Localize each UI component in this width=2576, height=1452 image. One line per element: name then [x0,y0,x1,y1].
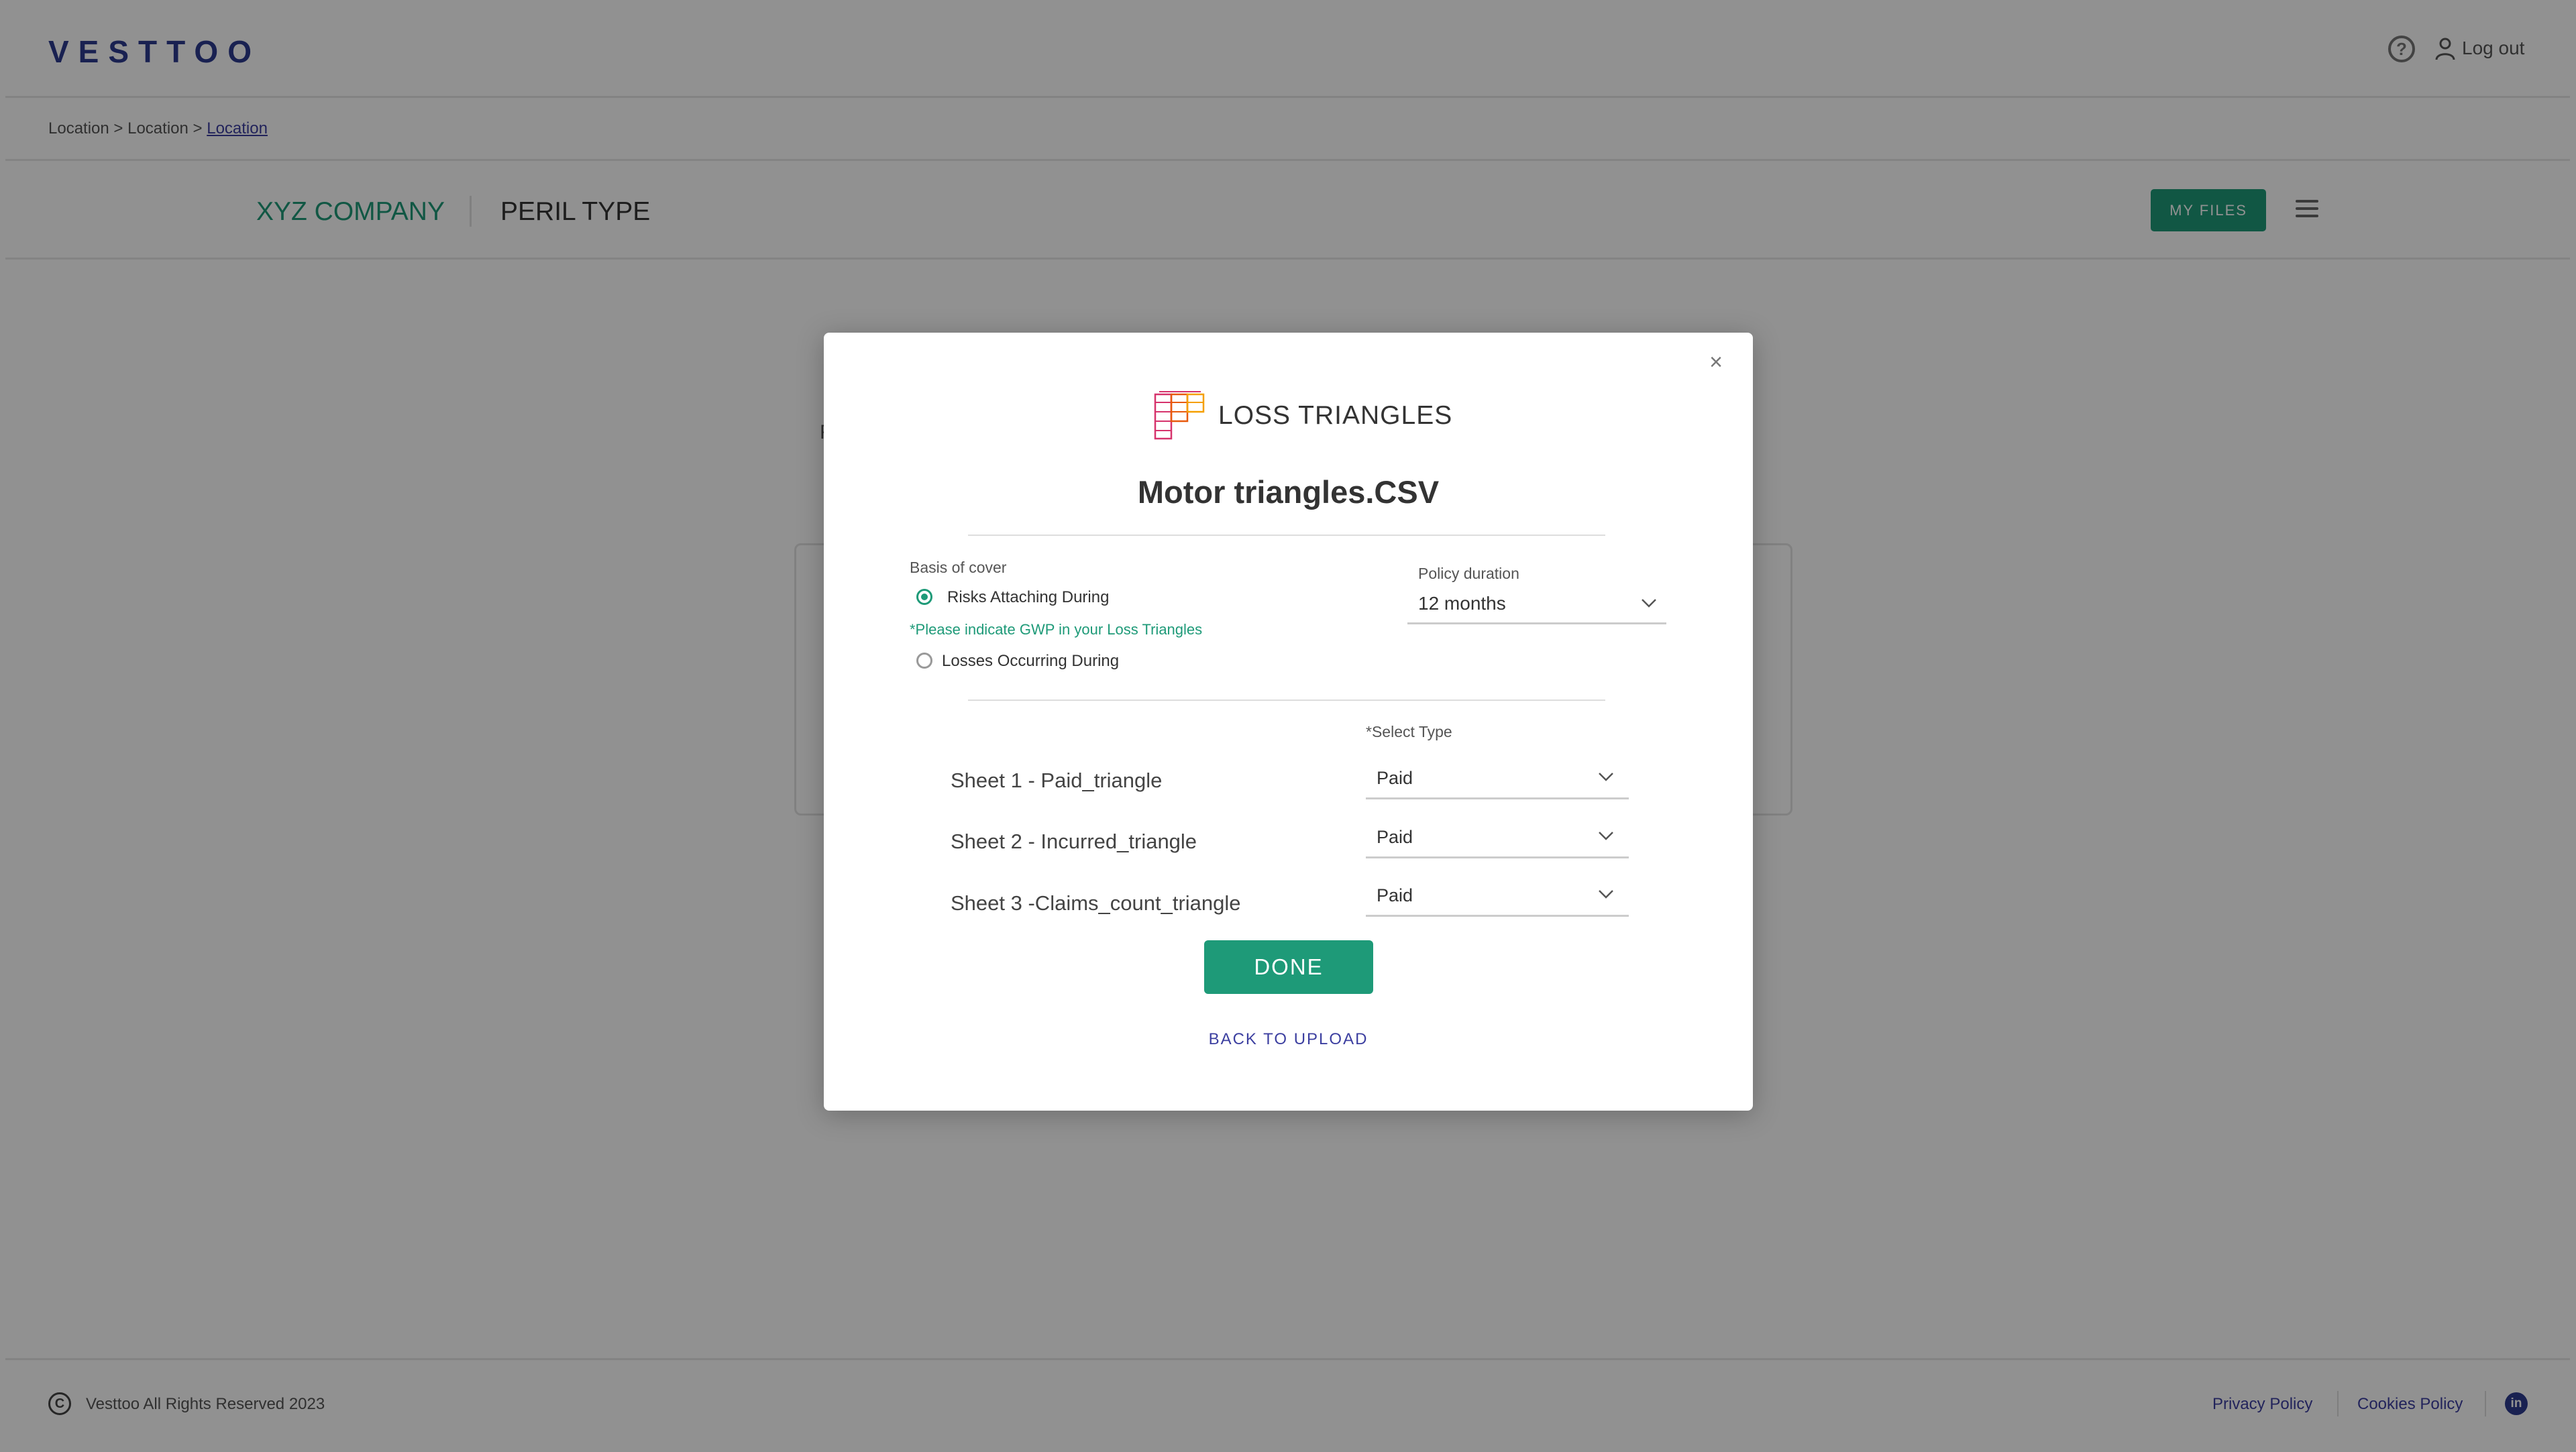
modal-title: LOSS TRIANGLES [1218,401,1453,430]
done-button[interactable]: DONE [1204,940,1373,994]
file-name: Motor triangles.CSV [1137,474,1440,510]
sheet-type-value: Paid [1377,768,1413,788]
chevron-down-icon [1599,773,1613,781]
select-type-label: *Select Type [1366,723,1452,740]
losses-occurring-label[interactable]: Losses Occurring During [942,652,1119,671]
page: VESTTOO ? Log out Location > Location > … [0,0,2576,1452]
back-to-upload-link[interactable]: BACK TO UPLOAD [824,1030,1753,1049]
sheet-2-type-select[interactable]: Paid [1366,819,1629,858]
sheet-3-type-select[interactable]: Paid [1366,877,1629,917]
loss-triangles-modal: × LOSS TRIANGLES Motor triangles.CSV Bas… [824,333,1753,1111]
risks-attaching-radio[interactable] [916,589,932,605]
gwp-note: *Please indicate GWP in your Loss Triang… [910,621,1203,638]
chevron-down-icon [1599,890,1613,899]
sheet-type-value: Paid [1377,827,1413,847]
sheet-type-value: Paid [1377,885,1413,905]
modal-divider [968,535,1605,536]
policy-duration-select[interactable]: 12 months [1407,585,1666,624]
modal-divider [968,700,1605,701]
close-icon[interactable]: × [1704,350,1728,374]
chevron-down-icon [1599,832,1613,840]
losses-occurring-radio[interactable] [916,653,932,669]
sheet-name: Sheet 3 -Claims_count_triangle [951,891,1241,915]
policy-duration-label: Policy duration [1418,565,1519,582]
spreadsheet-icon [1154,391,1205,440]
risks-attaching-label[interactable]: Risks Attaching During [947,588,1109,607]
sheet-1-type-select[interactable]: Paid [1366,760,1629,799]
sheet-name: Sheet 2 - Incurred_triangle [951,830,1197,853]
sheet-name: Sheet 1 - Paid_triangle [951,769,1163,792]
basis-of-cover-label: Basis of cover [910,559,1007,576]
policy-duration-value: 12 months [1418,593,1506,614]
chevron-down-icon [1642,599,1656,608]
